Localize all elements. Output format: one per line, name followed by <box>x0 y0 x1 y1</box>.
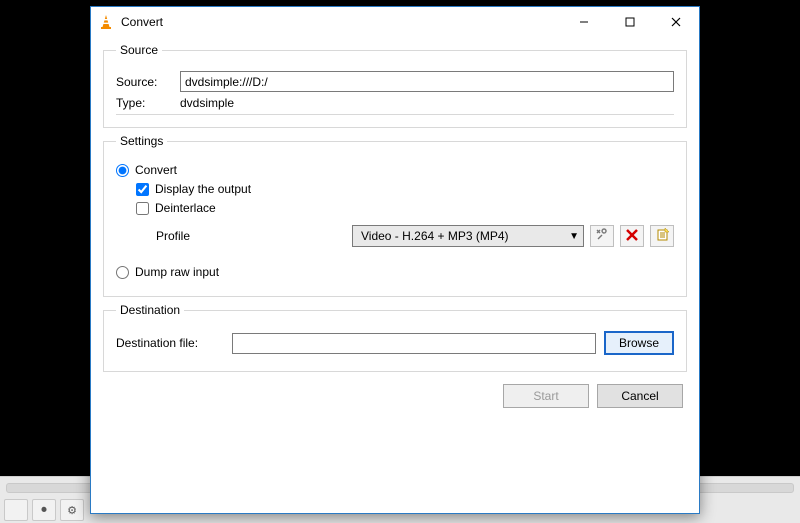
cancel-button[interactable]: Cancel <box>597 384 683 408</box>
source-label: Source: <box>116 75 172 89</box>
player-button-3[interactable]: ⚙ <box>60 499 84 521</box>
close-button[interactable] <box>653 7 699 37</box>
destination-legend: Destination <box>116 303 184 317</box>
destination-input[interactable] <box>232 333 596 354</box>
minimize-button[interactable] <box>561 7 607 37</box>
wrench-icon <box>595 228 609 245</box>
destination-group: Destination Destination file: Browse <box>103 303 687 372</box>
window-title: Convert <box>121 15 163 29</box>
dialog-footer: Start Cancel <box>103 378 687 408</box>
deinterlace-label: Deinterlace <box>155 201 216 215</box>
profile-label: Profile <box>156 229 346 243</box>
edit-profile-button[interactable] <box>590 225 614 247</box>
browse-button[interactable]: Browse <box>604 331 674 355</box>
convert-radio[interactable]: Convert <box>116 163 674 177</box>
deinterlace-input[interactable] <box>136 202 149 215</box>
convert-radio-input[interactable] <box>116 164 129 177</box>
convert-radio-label: Convert <box>135 163 177 177</box>
vlc-cone-icon <box>97 13 115 31</box>
settings-legend: Settings <box>116 134 167 148</box>
display-output-input[interactable] <box>136 183 149 196</box>
player-button-1[interactable] <box>4 499 28 521</box>
browse-button-label: Browse <box>619 336 659 350</box>
source-input[interactable] <box>180 71 674 92</box>
type-label: Type: <box>116 96 172 110</box>
titlebar: Convert <box>91 7 699 37</box>
delete-profile-button[interactable] <box>620 225 644 247</box>
cancel-button-label: Cancel <box>621 389 658 403</box>
new-profile-icon <box>656 228 669 244</box>
dump-raw-radio-input[interactable] <box>116 266 129 279</box>
display-output-checkbox[interactable]: Display the output <box>136 182 674 196</box>
source-legend: Source <box>116 43 162 57</box>
source-group: Source Source: Type: dvdsimple <box>103 43 687 128</box>
start-button[interactable]: Start <box>503 384 589 408</box>
player-button-2[interactable]: ⏺ <box>32 499 56 521</box>
dump-raw-radio[interactable]: Dump raw input <box>116 265 674 279</box>
profile-combobox[interactable]: Video - H.264 + MP3 (MP4) ▼ <box>352 225 584 247</box>
type-value: dvdsimple <box>180 96 234 110</box>
profile-value: Video - H.264 + MP3 (MP4) <box>361 229 509 243</box>
settings-group: Settings Convert Display the output Dein… <box>103 134 687 297</box>
delete-icon <box>626 229 638 244</box>
convert-dialog: Convert Source Source: Type: dvdsimple <box>90 6 700 514</box>
start-button-label: Start <box>533 389 558 403</box>
dump-raw-label: Dump raw input <box>135 265 219 279</box>
chevron-down-icon: ▼ <box>569 231 579 242</box>
display-output-label: Display the output <box>155 182 251 196</box>
destination-label: Destination file: <box>116 336 224 350</box>
deinterlace-checkbox[interactable]: Deinterlace <box>136 201 674 215</box>
new-profile-button[interactable] <box>650 225 674 247</box>
maximize-button[interactable] <box>607 7 653 37</box>
